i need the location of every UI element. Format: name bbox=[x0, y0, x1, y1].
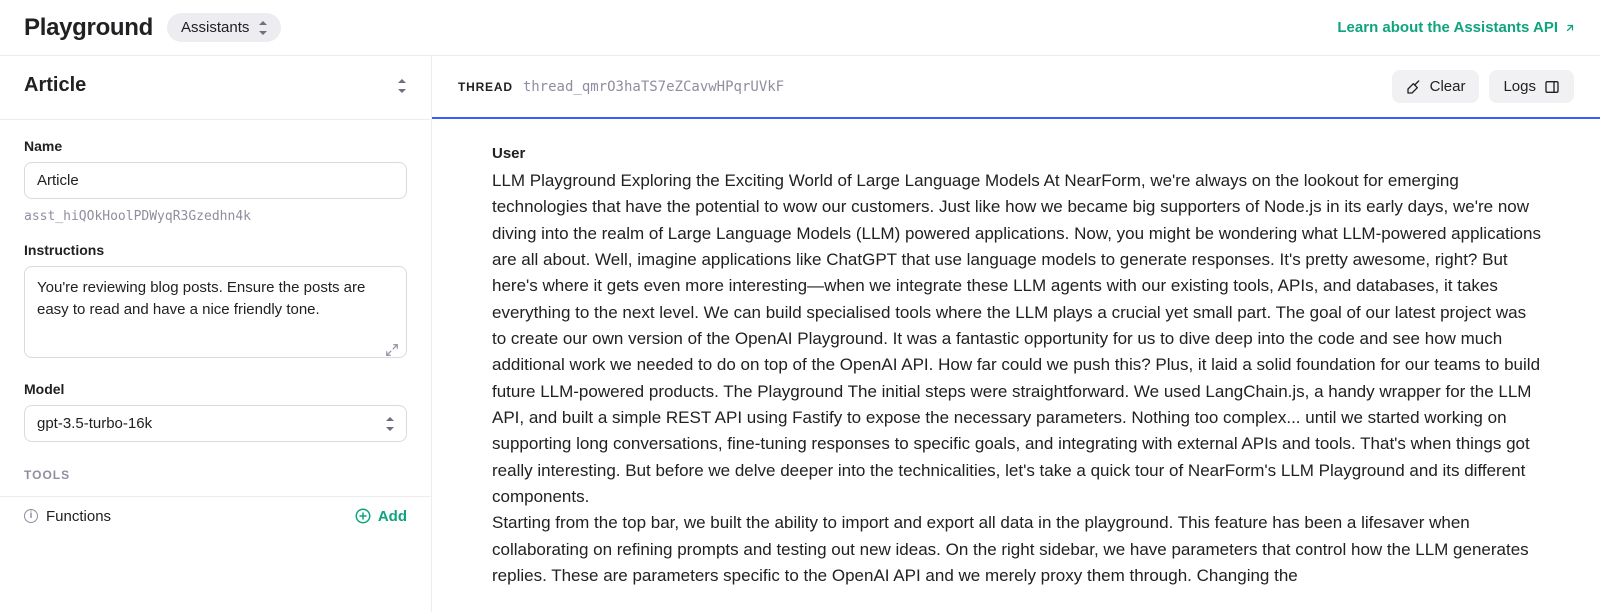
thread-actions: Clear Logs bbox=[1392, 70, 1574, 103]
logs-label: Logs bbox=[1503, 78, 1536, 95]
instructions-label: Instructions bbox=[24, 242, 407, 258]
assistant-title: Article bbox=[24, 74, 86, 97]
thread-panel: THREAD thread_qmrO3haTS7eZCavwHPqrUVkF C… bbox=[432, 56, 1600, 612]
model-select[interactable] bbox=[24, 405, 407, 442]
thread-bar: THREAD thread_qmrO3haTS7eZCavwHPqrUVkF C… bbox=[432, 56, 1600, 119]
topbar-left: Playground Assistants bbox=[24, 13, 281, 42]
logs-button[interactable]: Logs bbox=[1489, 70, 1574, 103]
mode-selector-label: Assistants bbox=[181, 19, 249, 36]
panel-right-icon bbox=[1544, 79, 1560, 95]
instructions-section: Instructions bbox=[0, 224, 431, 363]
expand-icon[interactable] bbox=[385, 343, 399, 357]
thread-messages[interactable]: User LLM Playground Exploring the Exciti… bbox=[432, 119, 1600, 612]
name-section: Name asst_hiQOkHoolPDWyqR3Gzedhn4k bbox=[0, 120, 431, 224]
instructions-textarea[interactable] bbox=[24, 266, 407, 358]
name-label: Name bbox=[24, 138, 407, 154]
plus-circle-icon bbox=[354, 507, 372, 525]
tool-functions-label-group: i Functions bbox=[24, 508, 111, 525]
mode-selector[interactable]: Assistants bbox=[167, 13, 281, 42]
model-label: Model bbox=[24, 381, 407, 397]
topbar: Playground Assistants Learn about the As… bbox=[0, 0, 1600, 56]
clear-button[interactable]: Clear bbox=[1392, 70, 1480, 103]
clear-label: Clear bbox=[1430, 78, 1466, 95]
thread-id-group: THREAD thread_qmrO3haTS7eZCavwHPqrUVkF bbox=[458, 79, 784, 95]
learn-assistants-label: Learn about the Assistants API bbox=[1337, 19, 1558, 36]
add-function-button[interactable]: Add bbox=[354, 507, 407, 525]
thread-id: thread_qmrO3haTS7eZCavwHPqrUVkF bbox=[523, 79, 784, 95]
message-body: LLM Playground Exploring the Exciting Wo… bbox=[492, 168, 1544, 590]
model-section: Model bbox=[0, 363, 431, 442]
assistant-id: asst_hiQOkHoolPDWyqR3Gzedhn4k bbox=[24, 209, 407, 224]
updown-chevron-icon bbox=[257, 21, 267, 35]
add-function-label: Add bbox=[378, 508, 407, 525]
name-input[interactable] bbox=[24, 162, 407, 199]
info-icon[interactable]: i bbox=[24, 509, 38, 523]
body: Article Name asst_hiQOkHoolPDWyqR3Gzedhn… bbox=[0, 56, 1600, 612]
tool-row-functions: i Functions Add bbox=[0, 496, 431, 537]
assistant-picker[interactable]: Article bbox=[0, 56, 431, 120]
tools-section-header: TOOLS bbox=[0, 442, 431, 496]
broom-icon bbox=[1406, 79, 1422, 95]
brand-title: Playground bbox=[24, 14, 153, 42]
message-role: User bbox=[492, 145, 1544, 162]
thread-label: THREAD bbox=[458, 80, 513, 94]
updown-chevron-icon bbox=[397, 79, 407, 93]
assistant-sidebar: Article Name asst_hiQOkHoolPDWyqR3Gzedhn… bbox=[0, 56, 432, 612]
external-link-icon bbox=[1564, 22, 1576, 34]
learn-assistants-link[interactable]: Learn about the Assistants API bbox=[1337, 19, 1576, 36]
message: User LLM Playground Exploring the Exciti… bbox=[492, 145, 1544, 590]
tool-functions-label: Functions bbox=[46, 508, 111, 525]
